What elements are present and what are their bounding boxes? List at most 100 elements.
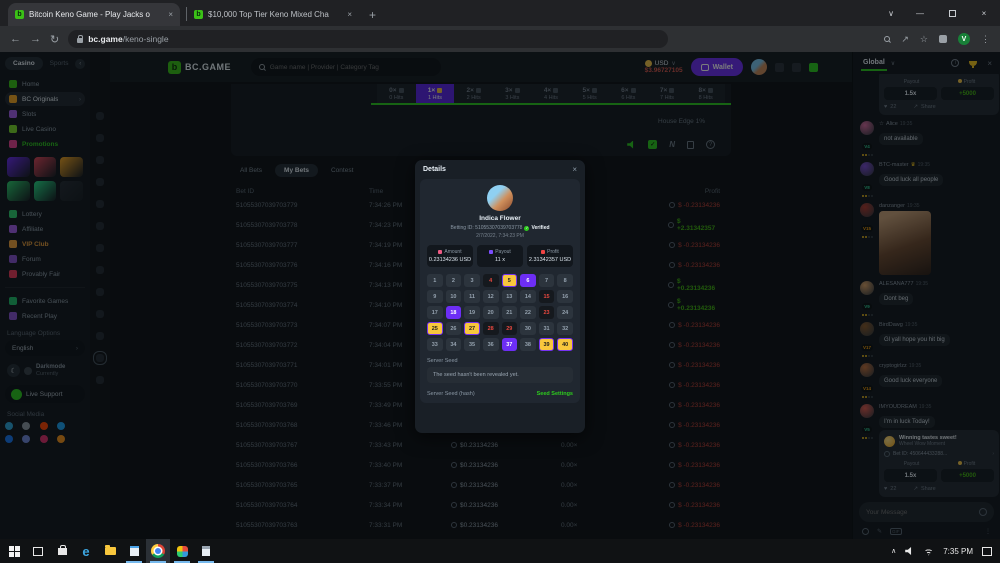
keno-number-drawn: 28 [483, 322, 499, 335]
window-controls: ∨ — × [878, 0, 1000, 26]
stat-box-profit: Profit2.31342357 USD [527, 245, 573, 267]
keno-number-drawn: 4 [483, 274, 499, 287]
stat-value: 0.23134236 USD [427, 257, 473, 263]
keno-number: 38 [520, 338, 536, 351]
tab-close-icon[interactable]: × [168, 10, 173, 19]
stat-box-payout: Payout 11 x [477, 245, 523, 267]
keno-number: 35 [464, 338, 480, 351]
calculator-icon[interactable] [194, 539, 218, 563]
amount-coin-icon [438, 250, 442, 254]
screen: b Bitcoin Keno Game - Play Jacks o × b $… [0, 0, 1000, 563]
keno-number: 9 [427, 290, 443, 303]
keno-number: 32 [557, 322, 573, 335]
file-explorer-icon[interactable] [98, 539, 122, 563]
edge-icon[interactable]: e [74, 539, 98, 563]
keno-number-drawn: 23 [539, 306, 555, 319]
stat-value: 2.31342357 USD [527, 257, 573, 263]
address-bar[interactable]: bc.game/keno-single [68, 30, 668, 48]
stat-label: Amount [444, 249, 461, 255]
task-view-icon[interactable] [26, 539, 50, 563]
close-window-button[interactable]: × [968, 0, 1000, 26]
keno-number-hit: 40 [557, 338, 573, 351]
modal-close-icon[interactable]: × [572, 165, 577, 174]
tab-search-icon[interactable]: ∨ [878, 0, 904, 26]
keno-number-selected: 37 [502, 338, 518, 351]
keno-number-drawn: 15 [539, 290, 555, 303]
server-seed-hash-label: Server Seed (hash) [427, 391, 475, 397]
keno-number: 11 [464, 290, 480, 303]
keno-number: 36 [483, 338, 499, 351]
page-content: Casino Sports ‹ HomeBC Originals›SlotsLi… [0, 52, 1000, 539]
keno-number: 34 [446, 338, 462, 351]
keno-number: 13 [502, 290, 518, 303]
keno-number: 10 [446, 290, 462, 303]
bookmark-star-icon[interactable]: ☆ [920, 34, 928, 45]
keno-number: 21 [502, 306, 518, 319]
bc-game-favicon: b [15, 10, 24, 19]
keno-number: 19 [464, 306, 480, 319]
keno-number: 31 [539, 322, 555, 335]
server-seed-value: The seed hasn't been revealed yet. [427, 367, 573, 383]
tray-expand-icon[interactable]: ∧ [891, 547, 896, 555]
notification-center-icon[interactable] [982, 547, 992, 556]
player-name: Indica Flower [427, 215, 573, 222]
keno-number: 14 [520, 290, 536, 303]
browser-menu-icon[interactable]: ⋮ [981, 34, 990, 45]
stat-value: 11 x [477, 257, 523, 263]
lock-icon [77, 38, 83, 43]
minimize-button[interactable]: — [904, 0, 936, 26]
tab-title: $10,000 Top Tier Keno Mixed Cha [208, 10, 342, 19]
tab-close-icon[interactable]: × [347, 10, 352, 19]
tab-title: Bitcoin Keno Game - Play Jacks o [29, 10, 163, 19]
chrome-icon[interactable] [146, 539, 170, 563]
profit-icon [541, 250, 545, 254]
notepad-icon[interactable] [122, 539, 146, 563]
forward-icon[interactable]: → [30, 33, 41, 45]
verified-icon: ✓ [524, 226, 529, 231]
network-icon[interactable] [923, 547, 934, 556]
keno-number: 1 [427, 274, 443, 287]
keno-number-selected: 6 [520, 274, 536, 287]
start-button[interactable] [2, 539, 26, 563]
keno-number: 16 [557, 290, 573, 303]
keno-number: 26 [446, 322, 462, 335]
seed-settings-link[interactable]: Seed Settings [537, 391, 573, 397]
browser-tab-1[interactable]: b Bitcoin Keno Game - Play Jacks o × [8, 3, 180, 26]
player-avatar [487, 185, 513, 211]
bet-datetime: 2/7/2022, 7:34:23 PM [427, 233, 573, 239]
keno-number: 33 [427, 338, 443, 351]
bc-game-favicon: b [194, 10, 203, 19]
browser-tab-2[interactable]: b $10,000 Top Tier Keno Mixed Cha × [187, 3, 359, 26]
paint-icon[interactable] [170, 539, 194, 563]
keno-number-hit: 5 [502, 274, 518, 287]
keno-number: 17 [427, 306, 443, 319]
share-icon[interactable]: ↗ [901, 34, 909, 45]
stat-box-amount: Amount 0.23134236 USD [427, 245, 473, 267]
keno-number: 24 [557, 306, 573, 319]
zoom-icon[interactable] [884, 36, 890, 42]
clock[interactable]: 7:35 PM [943, 547, 973, 556]
browser-profile-avatar[interactable]: V [958, 33, 970, 45]
back-icon[interactable]: ← [10, 33, 21, 45]
extensions-icon[interactable] [939, 35, 947, 43]
verified-label: Verified [531, 225, 549, 231]
refresh-icon[interactable]: ↻ [50, 33, 59, 46]
keno-number: 22 [520, 306, 536, 319]
browser-toolbar: ← → ↻ bc.game/keno-single ↗ ☆ V ⋮ [0, 26, 1000, 52]
taskbar: e ∧ 7:35 PM [0, 539, 1000, 563]
keno-result-grid: 1234567891011121314151617181920212223242… [427, 274, 573, 351]
maximize-button[interactable] [936, 0, 968, 26]
store-icon[interactable] [50, 539, 74, 563]
new-tab-button[interactable]: + [369, 8, 376, 22]
modal-title: Details [423, 166, 446, 173]
keno-number-hit: 39 [539, 338, 555, 351]
keno-number: 3 [464, 274, 480, 287]
payout-icon [489, 250, 493, 254]
browser-tabstrip: b Bitcoin Keno Game - Play Jacks o × b $… [0, 0, 1000, 26]
keno-number-selected: 18 [446, 306, 462, 319]
keno-number: 7 [539, 274, 555, 287]
volume-icon[interactable] [905, 547, 914, 555]
keno-number-hit: 25 [427, 322, 443, 335]
keno-number-hit: 27 [464, 322, 480, 335]
stat-label: Payout [495, 249, 511, 255]
